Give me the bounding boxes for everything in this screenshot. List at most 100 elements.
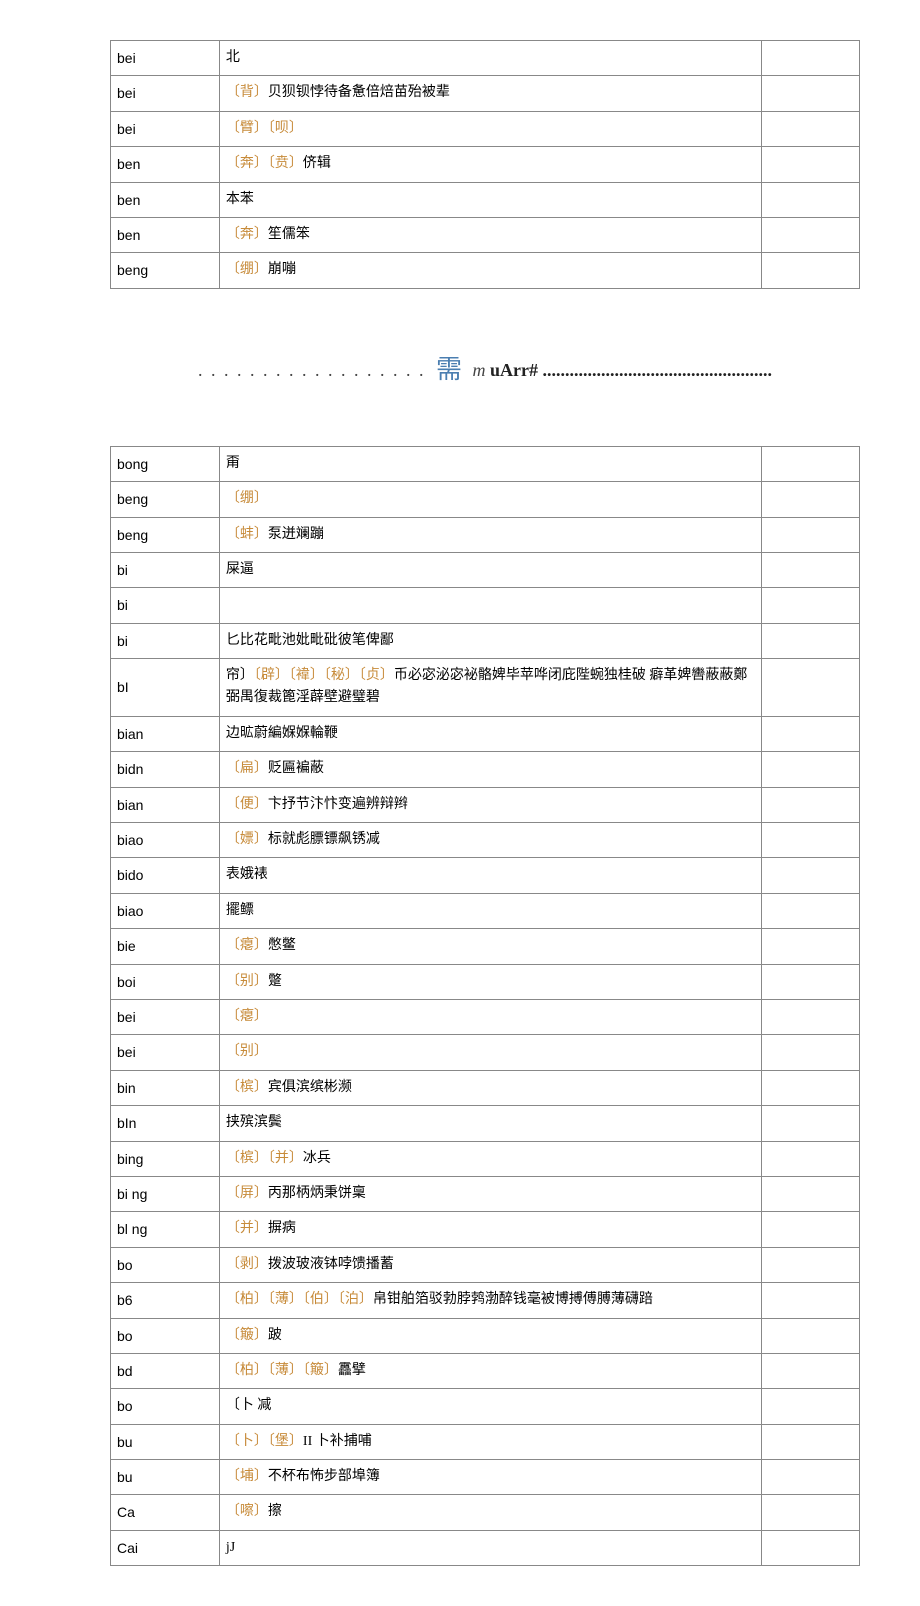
extra-cell	[762, 1353, 860, 1388]
chars-cell: 〔簸〕跛	[219, 1318, 761, 1353]
extra-cell	[762, 659, 860, 717]
chars-cell: 〔奔〕〔贲〕侪辑	[219, 147, 761, 182]
table-row: beng〔蚌〕泵迸斓蹦	[111, 517, 860, 552]
chars-cell: 甭	[219, 446, 761, 481]
chars-cell	[219, 588, 761, 623]
pinyin-cell: bian	[111, 716, 220, 751]
table-row: bian〔便〕卞抒节汴忭变遍辨辩辫	[111, 787, 860, 822]
pinyin-cell: bIn	[111, 1106, 220, 1141]
extra-cell	[762, 1460, 860, 1495]
table-row: beng〔绷〕	[111, 482, 860, 517]
pinyin-cell: bie	[111, 929, 220, 964]
pinyin-cell: ben	[111, 217, 220, 252]
extra-cell	[762, 517, 860, 552]
table-row: bi屎逼	[111, 552, 860, 587]
table-row: bei北	[111, 41, 860, 76]
chars-cell: 〔屏〕丙那柄炳秉饼稟	[219, 1176, 761, 1211]
table-row: bIn挟殡滨鬓	[111, 1106, 860, 1141]
extra-cell	[762, 111, 860, 146]
extra-cell	[762, 1389, 860, 1424]
table-row: bei〔背〕贝狈钡悖待备惫倍焙苗殆被辈	[111, 76, 860, 111]
chars-cell: 〔柏〕〔薄〕〔伯〕〔泊〕帛钳舶箔驳勃脖鹁渤醉钱毫被博搏傅膊薄礴踣	[219, 1283, 761, 1318]
pinyin-cell: biao	[111, 893, 220, 928]
middle-italic: m	[473, 360, 486, 380]
table-row: boi〔别〕蹩	[111, 964, 860, 999]
extra-cell	[762, 41, 860, 76]
table-row: bo〔剥〕拨波玻液钵哱馈播蓄	[111, 1247, 860, 1282]
extra-cell	[762, 1247, 860, 1282]
extra-cell	[762, 217, 860, 252]
extra-cell	[762, 1283, 860, 1318]
chars-cell: 〔瘪〕憋鳖	[219, 929, 761, 964]
chars-cell: 〔槟〕宾俱滨缤彬濒	[219, 1070, 761, 1105]
extra-cell	[762, 147, 860, 182]
extra-cell	[762, 787, 860, 822]
pinyin-cell: beng	[111, 482, 220, 517]
pinyin-cell: bei	[111, 999, 220, 1034]
pinyin-cell: bu	[111, 1424, 220, 1459]
pinyin-cell: bl ng	[111, 1212, 220, 1247]
pinyin-cell: bian	[111, 787, 220, 822]
pinyin-cell: ben	[111, 182, 220, 217]
dots-right: ........................................…	[543, 360, 773, 380]
chars-cell: 〔瘪〕	[219, 999, 761, 1034]
table-row: bei〔臂〕〔呗〕	[111, 111, 860, 146]
chars-cell: 〔绷〕	[219, 482, 761, 517]
page: bei北bei〔背〕贝狈钡悖待备惫倍焙苗殆被辈bei〔臂〕〔呗〕ben〔奔〕〔贲…	[0, 0, 920, 1606]
pinyin-cell: boi	[111, 964, 220, 999]
chars-cell: 〔臂〕〔呗〕	[219, 111, 761, 146]
chars-cell: 〔卜 减	[219, 1389, 761, 1424]
extra-cell	[762, 893, 860, 928]
pinyin-cell: bei	[111, 41, 220, 76]
table-row: ben〔奔〕笙儒笨	[111, 217, 860, 252]
table-row: bi ng〔屏〕丙那柄炳秉饼稟	[111, 1176, 860, 1211]
chars-cell: 〔扁〕贬匾褊蔽	[219, 752, 761, 787]
table-row: bo〔卜 减	[111, 1389, 860, 1424]
pinyin-cell: bei	[111, 76, 220, 111]
pinyin-cell: bo	[111, 1389, 220, 1424]
table-row: bi匕比花毗池妣毗砒彼笔俾鄙	[111, 623, 860, 658]
extra-cell	[762, 999, 860, 1034]
chars-cell: 〔并〕摒病	[219, 1212, 761, 1247]
pinyin-cell: bo	[111, 1247, 220, 1282]
pinyin-cell: bi	[111, 552, 220, 587]
chars-cell: 〔绷〕崩嘣	[219, 253, 761, 288]
pinyin-cell: bin	[111, 1070, 220, 1105]
pinyin-cell: bu	[111, 1460, 220, 1495]
pinyin-cell: Cai	[111, 1530, 220, 1565]
chars-cell: 〔别〕	[219, 1035, 761, 1070]
table-row: bu〔卜〕〔堡〕II 卜补捕哺	[111, 1424, 860, 1459]
pinyin-cell: bI	[111, 659, 220, 717]
chars-cell: 〔别〕蹩	[219, 964, 761, 999]
extra-cell	[762, 1424, 860, 1459]
table-row: biao擺鳔	[111, 893, 860, 928]
table-row: bu〔埔〕不杯布怖步部埠簿	[111, 1460, 860, 1495]
extra-cell	[762, 623, 860, 658]
table-row: Ca〔嚓〕擦	[111, 1495, 860, 1530]
chars-cell: 擺鳔	[219, 893, 761, 928]
chars-cell: 匕比花毗池妣毗砒彼笔俾鄙	[219, 623, 761, 658]
extra-cell	[762, 929, 860, 964]
pinyin-cell: ben	[111, 147, 220, 182]
pinyin-cell: bi ng	[111, 1176, 220, 1211]
chars-cell: 挟殡滨鬓	[219, 1106, 761, 1141]
pinyin-table-2: bong甭beng〔绷〕beng〔蚌〕泵迸斓蹦bi屎逼bibi匕比花毗池妣毗砒彼…	[110, 446, 860, 1567]
extra-cell	[762, 253, 860, 288]
chars-cell: 〔背〕贝狈钡悖待备惫倍焙苗殆被辈	[219, 76, 761, 111]
table-row: biao〔嫖〕标就彪膘镖飙锈减	[111, 823, 860, 858]
chars-cell: 〔剥〕拨波玻液钵哱馈播蓄	[219, 1247, 761, 1282]
pinyin-cell: beng	[111, 517, 220, 552]
chars-cell: 〔嚓〕擦	[219, 1495, 761, 1530]
table-row: bI帘〕〔辟〕〔褘〕〔秘〕〔贞〕币必宓泌宓袐骼婢毕苹哗闭庇陛蜿独桂破 癖革婢轡蔽…	[111, 659, 860, 717]
extra-cell	[762, 1212, 860, 1247]
pinyin-cell: bi	[111, 588, 220, 623]
pinyin-cell: beng	[111, 253, 220, 288]
pinyin-cell: biao	[111, 823, 220, 858]
pinyin-cell: bido	[111, 858, 220, 893]
pinyin-cell: bo	[111, 1318, 220, 1353]
extra-cell	[762, 1176, 860, 1211]
extra-cell	[762, 76, 860, 111]
table-row: beng〔绷〕崩嘣	[111, 253, 860, 288]
extra-cell	[762, 446, 860, 481]
chars-cell: 表娥裱	[219, 858, 761, 893]
